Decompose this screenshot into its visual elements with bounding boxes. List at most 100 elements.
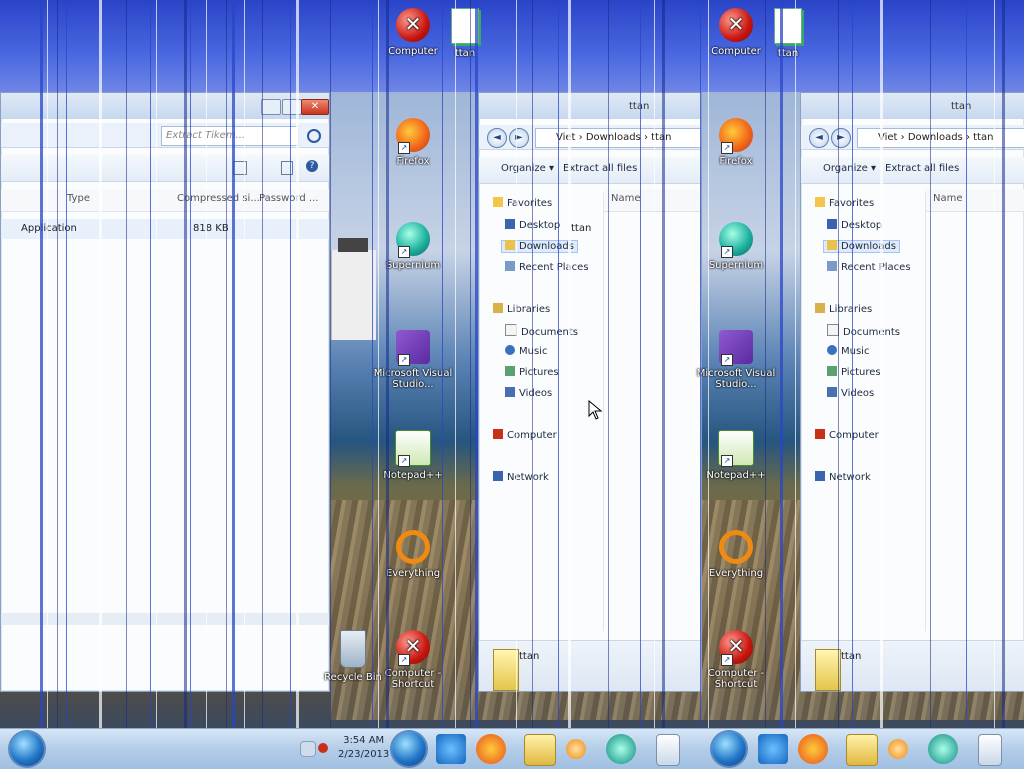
notepad-plus-icon: ↗ <box>718 430 754 467</box>
nav-libraries[interactable]: Libraries <box>815 303 872 315</box>
corruption-streak <box>966 0 967 728</box>
search-icon[interactable] <box>307 129 321 143</box>
nav-recent-places[interactable]: Recent Places <box>827 261 911 273</box>
corruption-streak <box>568 0 571 728</box>
extract-all-button[interactable]: Extract all files <box>885 163 959 174</box>
desktop-icon-supernium[interactable]: ↗ Supernium <box>373 222 453 271</box>
shortcut-arrow-icon: ↗ <box>398 246 410 258</box>
shortcut-arrow-icon: ↗ <box>398 142 410 154</box>
nav-network[interactable]: Network <box>493 471 549 483</box>
start-button-duplicate[interactable] <box>712 732 746 766</box>
column-header-type[interactable]: Type <box>67 193 90 204</box>
search-input[interactable]: Extract Tikem... <box>161 126 299 146</box>
help-icon[interactable]: ? <box>306 160 318 172</box>
shortcut-arrow-icon: ↗ <box>398 455 410 467</box>
nav-favorites[interactable]: Favorites <box>493 197 552 209</box>
downloads-icon <box>827 240 837 250</box>
back-button[interactable]: ◄ <box>487 128 507 148</box>
desktop-icon-everything[interactable]: Everything <box>373 530 453 579</box>
shortcut-arrow-icon: ↗ <box>721 354 733 366</box>
desktop-icon <box>505 219 515 229</box>
back-button[interactable]: ◄ <box>809 128 829 148</box>
internet-explorer-icon[interactable] <box>758 734 788 764</box>
start-button[interactable] <box>10 732 44 766</box>
maximize-button[interactable] <box>282 99 302 115</box>
firefox-icon[interactable] <box>476 734 506 764</box>
star-icon <box>493 197 503 207</box>
desktop-icon-ttan[interactable]: ttan <box>425 8 505 59</box>
horizontal-scrollbar[interactable] <box>1 613 329 625</box>
table-row[interactable]: Application 818 KB <box>1 219 329 239</box>
minimize-button[interactable] <box>261 99 281 115</box>
window-caption[interactable]: ✕ <box>1 93 329 119</box>
nav-music[interactable]: Music <box>505 345 547 357</box>
corruption-streak <box>190 0 191 728</box>
star-icon <box>815 197 825 207</box>
desktop-icon <box>827 219 837 229</box>
desktop-icon-firefox[interactable]: ↗ Firefox <box>373 118 453 167</box>
music-icon <box>827 345 837 355</box>
start-button-duplicate[interactable] <box>392 732 426 766</box>
nav-computer[interactable]: Computer <box>815 429 879 441</box>
explorer-window-left[interactable]: ✕ Extract Tikem... ? Type Compressed si.… <box>0 92 330 692</box>
preview-pane-icon[interactable] <box>281 161 293 175</box>
nav-videos[interactable]: Videos <box>827 387 874 399</box>
corruption-streak <box>662 0 665 728</box>
desktop-icon-visual-studio[interactable]: ↗ Microsoft Visual Studio... <box>373 330 453 390</box>
window-caption[interactable]: ttan <box>801 93 1024 119</box>
internet-explorer-icon[interactable] <box>436 734 466 764</box>
firefox-icon[interactable] <box>798 734 828 764</box>
organize-menu[interactable]: Organize ▾ <box>823 163 876 174</box>
close-button[interactable]: ✕ <box>301 99 329 115</box>
command-toolbar: Organize ▾ Extract all files <box>479 157 701 184</box>
corruption-streak <box>66 0 67 728</box>
desktop-icon-notepad-plus[interactable]: ↗ Notepad++ <box>373 430 453 481</box>
corruption-streak <box>880 0 883 728</box>
breadcrumb-item[interactable]: Downloads <box>586 132 641 143</box>
pictures-icon <box>827 366 837 376</box>
supernium-icon[interactable] <box>606 734 636 764</box>
corruption-streak <box>296 0 299 728</box>
breadcrumb-item[interactable]: Downloads <box>908 132 963 143</box>
media-player-icon[interactable] <box>566 739 586 759</box>
notepad-icon[interactable] <box>978 734 1002 766</box>
supernium-icon[interactable] <box>928 734 958 764</box>
column-header-password[interactable]: Password ... <box>259 193 318 204</box>
command-toolbar: ? <box>1 155 329 182</box>
window-caption[interactable]: ttan <box>479 93 701 119</box>
nav-recent-places[interactable]: Recent Places <box>505 261 589 273</box>
media-player-icon[interactable] <box>888 739 908 759</box>
breadcrumb[interactable]: Viet › Downloads › ttan <box>535 128 701 148</box>
explorer-window-ttan-duplicate[interactable]: ttan ◄ ► Viet › Downloads › ttan Organiz… <box>800 92 1024 692</box>
breadcrumb-item[interactable]: ttan <box>973 132 993 143</box>
column-header-name[interactable]: Name <box>933 193 963 204</box>
action-center-icon[interactable] <box>300 741 316 757</box>
extract-all-button[interactable]: Extract all files <box>563 163 637 174</box>
corruption-streak <box>516 0 517 728</box>
nav-network[interactable]: Network <box>815 471 871 483</box>
corruption-streak <box>262 0 263 728</box>
desktop-icon-ttan[interactable]: ttan <box>748 8 828 59</box>
notepad-icon[interactable] <box>656 734 680 766</box>
column-header-row: Name <box>603 189 701 212</box>
explorer-folder-icon[interactable] <box>846 734 878 766</box>
supernium-icon: ↗ <box>719 222 753 258</box>
nav-computer[interactable]: Computer <box>493 429 557 441</box>
organize-menu[interactable]: Organize ▾ <box>501 163 554 174</box>
nav-pictures[interactable]: Pictures <box>827 366 881 378</box>
taskbar: 3:54 AM 2/23/2013 <box>0 728 1024 769</box>
explorer-window-ttan[interactable]: ttan ◄ ► Viet › Downloads › ttan Organiz… <box>478 92 702 692</box>
command-toolbar: Organize ▾ Extract all files <box>801 157 1024 184</box>
column-header-name[interactable]: Name <box>611 193 641 204</box>
mouse-cursor-icon <box>588 400 602 420</box>
forward-button[interactable]: ► <box>509 128 529 148</box>
nav-libraries[interactable]: Libraries <box>493 303 550 315</box>
forward-button[interactable]: ► <box>831 128 851 148</box>
network-status-icon[interactable] <box>318 743 328 753</box>
explorer-folder-icon[interactable] <box>524 734 556 766</box>
system-clock[interactable]: 3:54 AM 2/23/2013 <box>338 734 389 762</box>
nav-favorites[interactable]: Favorites <box>815 197 874 209</box>
nav-videos[interactable]: Videos <box>505 387 552 399</box>
nav-desktop[interactable]: Desktop <box>827 219 882 231</box>
nav-music[interactable]: Music <box>827 345 869 357</box>
